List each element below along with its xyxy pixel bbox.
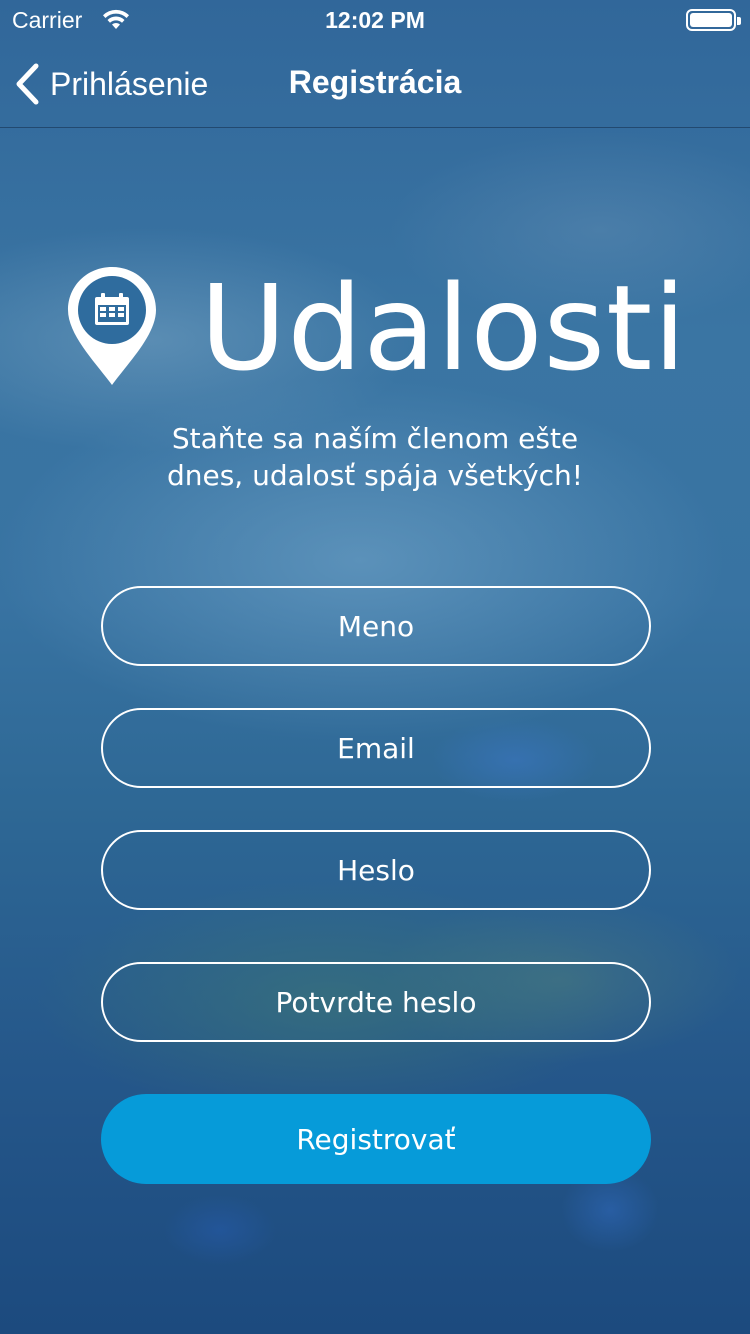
status-bar: Carrier 12:02 PM	[0, 0, 750, 40]
tagline-line-1: Staňte sa naším členom ešte	[171, 422, 579, 455]
map-pin-calendar-icon	[68, 267, 156, 385]
battery-icon	[686, 9, 741, 31]
name-field[interactable]	[101, 586, 651, 666]
email-field[interactable]	[101, 708, 651, 788]
confirm-password-field[interactable]	[101, 962, 651, 1042]
register-button[interactable]: Registrovať	[101, 1094, 651, 1184]
password-field[interactable]	[101, 830, 651, 910]
app-logo-name: Udalosti	[200, 259, 688, 397]
tagline-line-2: dnes, udalosť spája všetkých!	[166, 459, 584, 492]
tagline: Staňte sa naším členom ešte dnes, udalos…	[100, 420, 650, 494]
navigation-bar: Prihlásenie Registrácia	[0, 40, 750, 128]
page-title: Registrácia	[288, 64, 462, 100]
clock: 12:02 PM	[325, 7, 425, 33]
